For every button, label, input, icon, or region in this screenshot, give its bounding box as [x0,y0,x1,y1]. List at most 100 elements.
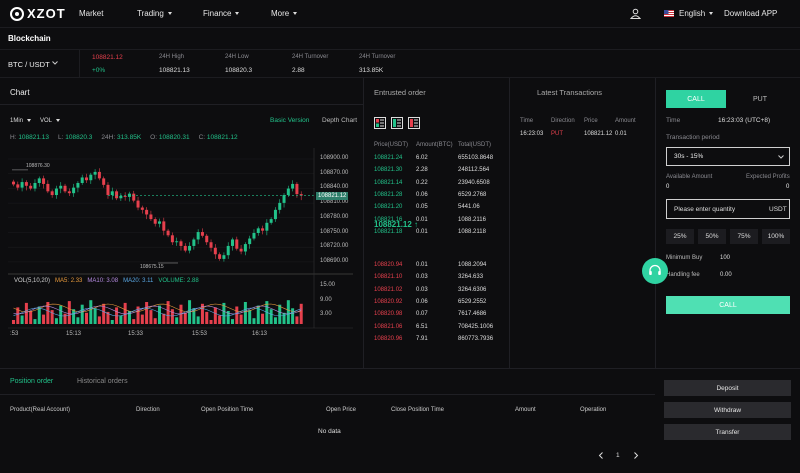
candle-body [256,228,260,233]
column-header: Close Position Time [391,407,445,413]
page-number[interactable]: 1 [616,452,620,459]
volume-bar [170,309,174,324]
ask-amount: 7.91 [416,335,428,342]
candle-body [93,171,97,175]
candle-body [209,242,213,248]
ask-price[interactable]: 108820.98 [374,311,402,317]
tab-historical-orders[interactable]: Historical orders [77,378,128,385]
stat-label: 24H Low [225,54,249,60]
ask-price[interactable]: 108821.06 [374,324,402,330]
ask-total: 3264.6306 [458,286,487,293]
price-tick: 108750.00 [320,228,349,235]
bid-total: 655103.8648 [458,155,494,161]
candle-body [218,254,222,259]
candle-body [29,185,33,189]
bid-price[interactable]: 108821.14 [374,180,402,186]
nav-market[interactable]: Market [79,9,103,18]
candle-body [115,191,119,199]
candle-body [24,182,28,186]
put-tab[interactable]: PUT [730,90,790,108]
ask-total: 3264.633 [458,274,484,281]
stat-label: 24H Turnover [359,54,396,60]
candle-body [46,183,50,192]
pct-75-button[interactable]: 75% [730,229,758,244]
ask-price[interactable]: 108820.92 [374,299,402,305]
candle-body [123,195,127,197]
candle-body [162,221,166,231]
language-selector[interactable]: English [679,9,714,18]
candle-body [97,171,101,179]
price-tick: 108690.00 [320,257,349,264]
candle-body [85,177,89,181]
bid-total: 1088.2116 [458,216,486,223]
volume-bar [286,300,290,324]
candle-body [63,185,67,192]
ask-price[interactable]: 108821.10 [374,274,402,280]
ask-price[interactable]: 108820.94 [374,262,402,268]
volume-bar [140,314,144,324]
volume-bar [24,302,28,324]
interval-select[interactable]: 1Min [10,118,32,124]
period-select[interactable]: 30s - 15% [666,147,790,166]
volume-bar [205,311,209,324]
time-tick: 15:53 [192,331,208,337]
candle-body [20,182,24,188]
depth-chart-tab[interactable]: Depth Chart [322,117,357,124]
support-button[interactable] [642,258,668,284]
submit-call-button[interactable]: CALL [666,296,790,314]
indicator-select[interactable]: VOL [40,118,61,124]
transfer-button[interactable]: Transfer [664,424,791,440]
available-label: Available Amount [666,174,713,180]
logo[interactable]: XZOT [10,6,66,21]
stat-label: 24H Turnover [292,54,329,60]
download-app-link[interactable]: Download APP [724,9,777,18]
quantity-input[interactable]: Please enter quantity USDT [666,199,790,219]
ask-price[interactable]: 108821.02 [374,287,402,293]
bid-amount: 2.28 [416,167,428,174]
candle-body [179,241,183,246]
profit-label: Expected Profits [746,174,790,180]
ask-amount: 0.01 [416,262,428,268]
pct-25-button[interactable]: 25% [666,229,694,244]
nav-trading[interactable]: Trading [137,9,172,18]
book-both-icon[interactable] [374,117,386,129]
call-tab[interactable]: CALL [666,90,726,108]
candle-body [286,188,290,196]
pct-50-button[interactable]: 50% [698,229,726,244]
profit-value: 0 [786,184,790,190]
nav-more[interactable]: More [271,9,298,18]
nav-finance[interactable]: Finance [203,9,240,18]
candlestick-chart[interactable] [8,148,362,348]
trade-amount: 0.01 [615,131,627,137]
stat-value: 313.85K [359,67,384,74]
prev-page-icon[interactable] [598,452,604,459]
ask-price[interactable]: 108820.96 [374,336,402,342]
stat-value: 2.88 [292,67,305,74]
volume-bar [269,309,273,324]
bid-price[interactable]: 108821.18 [374,229,402,235]
trade-price: 108821.12 [584,131,613,137]
next-page-icon[interactable] [633,452,639,459]
price-tick: 108900.00 [320,155,349,161]
bid-price[interactable]: 108821.30 [374,167,402,173]
withdraw-button[interactable]: Withdraw [664,402,791,418]
book-bids-icon[interactable] [391,117,403,129]
candle-body [110,191,114,196]
bid-price[interactable]: 108821.24 [374,155,402,161]
pair-selector[interactable]: BTC / USDT [0,50,80,78]
logo-icon [10,6,24,21]
column-header: Total(USDT) [458,142,492,148]
ohlc-readout: H: 108821.13 L: 108820.3 24H: 313.85K O:… [10,134,238,141]
column-header: Price [584,118,598,124]
book-asks-icon[interactable] [408,117,420,129]
bid-price[interactable]: 108821.28 [374,192,402,198]
basic-version-tab[interactable]: Basic Version [270,117,309,124]
user-icon[interactable] [630,8,641,19]
tab-position-order[interactable]: Position order [10,378,53,385]
bid-price[interactable]: 108821.20 [374,204,402,210]
column-header: Price(USDT) [374,142,408,148]
pct-100-button[interactable]: 100% [762,229,790,244]
deposit-button[interactable]: Deposit [664,380,791,396]
chevron-down-icon [235,12,240,16]
volume-bar [72,309,76,324]
